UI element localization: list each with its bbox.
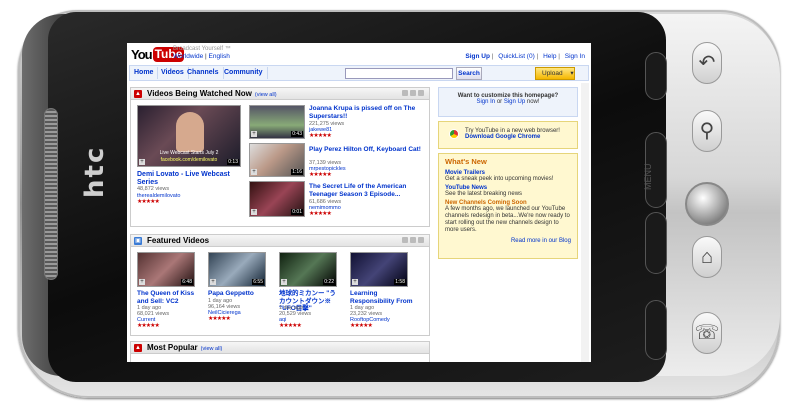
person-silhouette bbox=[176, 112, 204, 152]
chrome-icon bbox=[449, 129, 459, 139]
menu-label: MENU bbox=[643, 163, 653, 191]
chrome-promo: Try YouTube in a new web browser! Downlo… bbox=[438, 121, 578, 149]
video-title[interactable]: Joanna Krupa is pissed off on The Supers… bbox=[309, 105, 425, 120]
panel-title: Most Popular bbox=[147, 343, 198, 352]
tab-channels[interactable]: Channels bbox=[183, 67, 224, 79]
collapse-icon[interactable] bbox=[402, 237, 408, 243]
help-link[interactable]: Help bbox=[543, 53, 556, 60]
scrollbar[interactable] bbox=[581, 83, 589, 362]
expand-icon[interactable] bbox=[410, 237, 416, 243]
video-title[interactable]: Play Perez Hilton Off, Keyboard Cat! bbox=[309, 146, 425, 154]
close-icon[interactable] bbox=[418, 237, 424, 243]
english-link[interactable]: English bbox=[209, 53, 230, 60]
read-more-blog-link[interactable]: Read more in our Blog bbox=[445, 238, 571, 244]
back-icon[interactable]: ↶ bbox=[692, 42, 722, 84]
rating-stars: ★★★★★ bbox=[309, 172, 332, 178]
video-thumbnail[interactable]: 6:55 + bbox=[208, 252, 266, 287]
add-to-quicklist-icon[interactable]: + bbox=[251, 131, 257, 137]
featured-icon: ▣ bbox=[134, 237, 142, 245]
search-input[interactable] bbox=[345, 68, 453, 79]
add-to-quicklist-icon[interactable]: + bbox=[251, 209, 257, 215]
panel-title: Videos Being Watched Now bbox=[147, 89, 252, 98]
chevron-down-icon: ▾ bbox=[570, 70, 574, 77]
worldwide-link[interactable]: Worldwide bbox=[173, 53, 203, 60]
rating-stars: ★★★★★ bbox=[208, 316, 231, 322]
featured-videos-panel: ▣ Featured Videos 6:48 + The Queen of Kis… bbox=[130, 234, 430, 336]
home-key-icon[interactable]: ⌂ bbox=[692, 236, 722, 278]
region-links: Worldwide | English bbox=[173, 53, 230, 60]
view-all-link[interactable]: (view all) bbox=[201, 346, 223, 352]
panel-title: Featured Videos bbox=[147, 236, 210, 245]
add-to-quicklist-icon[interactable]: + bbox=[139, 159, 145, 165]
expand-icon[interactable] bbox=[410, 90, 416, 96]
video-title[interactable]: The Queen of Kiss and Sell: VC2 bbox=[137, 290, 197, 305]
phone-call-icon[interactable]: ☏ bbox=[692, 312, 722, 354]
add-to-quicklist-icon[interactable]: + bbox=[352, 279, 358, 285]
sidebar-sign-up-link[interactable]: Sign Up bbox=[504, 99, 525, 105]
rating-stars: ★★★★★ bbox=[279, 323, 302, 329]
tab-home[interactable]: Home bbox=[130, 67, 159, 79]
collapse-icon[interactable] bbox=[402, 90, 408, 96]
whats-new-title: What's New bbox=[445, 157, 487, 166]
video-thumbnail[interactable]: Live Webcast Starts July 2 facebook.com/… bbox=[137, 105, 241, 167]
video-title[interactable]: Learning Responsibility From bbox=[350, 290, 420, 305]
watched-icon: ▲ bbox=[134, 90, 142, 98]
speaker-grille bbox=[44, 108, 58, 280]
video-thumbnail[interactable]: 0:01 + bbox=[249, 181, 305, 217]
browser-screen: You Tube Broadcast Yourself ™ Worldwide |… bbox=[127, 43, 591, 362]
hw-call-button[interactable] bbox=[645, 300, 667, 360]
add-to-quicklist-icon[interactable]: + bbox=[281, 279, 287, 285]
video-title[interactable]: The Secret Life of the American Teenager… bbox=[309, 183, 425, 198]
sign-up-link[interactable]: Sign Up bbox=[465, 53, 490, 60]
upload-button[interactable]: Upload ▾ bbox=[535, 67, 575, 80]
sidebar-sign-in-link[interactable]: Sign In bbox=[476, 99, 495, 105]
tab-community[interactable]: Community bbox=[220, 67, 268, 79]
quicklist-link[interactable]: QuickList (0) bbox=[498, 53, 534, 60]
video-thumbnail[interactable]: 0:22 + bbox=[279, 252, 337, 287]
video-thumbnail[interactable]: 1:16 + bbox=[249, 143, 305, 177]
video-title[interactable]: Papa Geppetto bbox=[208, 290, 268, 298]
brand-logo: htc bbox=[80, 145, 110, 198]
close-icon[interactable] bbox=[418, 90, 424, 96]
customize-box: Want to customize this homepage? Sign In… bbox=[438, 87, 578, 117]
trackball[interactable] bbox=[685, 182, 729, 226]
video-thumbnail[interactable]: 6:48 + bbox=[137, 252, 195, 287]
videos-being-watched-panel: ▲ Videos Being Watched Now (view all) Liv… bbox=[130, 87, 430, 227]
rating-stars: ★★★★★ bbox=[309, 133, 332, 139]
rating-stars: ★★★★★ bbox=[137, 323, 160, 329]
search-key-icon[interactable]: ⚲ bbox=[692, 110, 722, 152]
view-all-link[interactable]: (view all) bbox=[255, 92, 277, 98]
download-chrome-link[interactable]: Download Google Chrome bbox=[465, 134, 577, 140]
hw-touch-button-top[interactable] bbox=[645, 52, 667, 100]
add-to-quicklist-icon[interactable]: + bbox=[139, 279, 145, 285]
video-thumbnail[interactable]: 1:58 + bbox=[350, 252, 408, 287]
video-thumbnail[interactable]: 0:43 + bbox=[249, 105, 305, 139]
tagline: Broadcast Yourself ™ bbox=[173, 46, 231, 52]
most-popular-panel: ▲ Most Popular (view all) bbox=[130, 341, 430, 362]
rating-stars: ★★★★★ bbox=[350, 323, 373, 329]
top-links: Sign Up | QuickList (0) | Help | Sign In bbox=[465, 53, 585, 60]
add-to-quicklist-icon[interactable]: + bbox=[251, 169, 257, 175]
add-to-quicklist-icon[interactable]: + bbox=[210, 279, 216, 285]
search-button[interactable]: Search bbox=[456, 67, 482, 80]
nav-bar: Home Videos Channels Community Search Up… bbox=[129, 65, 589, 81]
video-title[interactable]: Demi Lovato - Live Webcast Series bbox=[137, 171, 247, 186]
sign-in-link[interactable]: Sign In bbox=[565, 53, 585, 60]
popular-icon: ▲ bbox=[134, 344, 142, 352]
whats-new-box: What's New Movie Trailers Get a sneak pe… bbox=[438, 153, 578, 259]
hw-home-button[interactable] bbox=[645, 212, 667, 274]
rating-stars: ★★★★★ bbox=[309, 211, 332, 217]
rating-stars: ★★★★★ bbox=[137, 199, 160, 205]
